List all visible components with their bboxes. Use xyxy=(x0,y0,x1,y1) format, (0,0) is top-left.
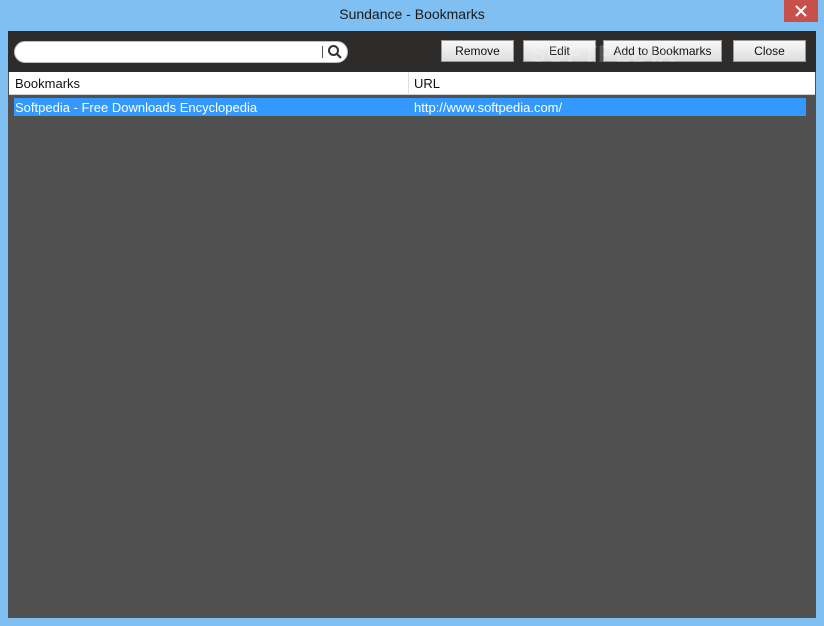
window-close-button[interactable] xyxy=(784,0,818,22)
add-to-bookmarks-button[interactable]: Add to Bookmarks xyxy=(603,40,722,62)
remove-button[interactable]: Remove xyxy=(441,40,514,62)
search-input[interactable] xyxy=(25,44,320,60)
close-button[interactable]: Close xyxy=(733,40,806,62)
window-title: Sundance - Bookmarks xyxy=(339,6,485,22)
edit-button[interactable]: Edit xyxy=(523,40,596,62)
bookmark-title-cell: Softpedia - Free Downloads Encyclopedia xyxy=(15,100,258,115)
bookmarks-table: Bookmarks URL Softpedia - Free Downloads… xyxy=(9,72,815,617)
table-header: Bookmarks URL xyxy=(9,72,815,95)
toolbar: Remove Edit Add to Bookmarks Close SOFTP… xyxy=(8,31,816,72)
title-bar[interactable]: Sundance - Bookmarks xyxy=(0,0,824,30)
bookmark-url-cell: http://www.softpedia.com/ xyxy=(414,100,563,115)
column-header-bookmarks[interactable]: Bookmarks xyxy=(15,76,80,91)
close-icon xyxy=(795,5,807,17)
search-button[interactable] xyxy=(327,44,343,60)
bookmarks-window: Sundance - Bookmarks Remove Edit Add to … xyxy=(0,0,824,626)
search-box[interactable] xyxy=(14,41,348,63)
bookmarks-panel: Remove Edit Add to Bookmarks Close SOFTP… xyxy=(8,31,816,618)
column-separator[interactable] xyxy=(408,72,409,95)
table-row[interactable]: Softpedia - Free Downloads Encyclopedia … xyxy=(14,98,806,116)
search-divider xyxy=(322,46,323,58)
column-header-url[interactable]: URL xyxy=(414,76,440,91)
search-icon xyxy=(328,45,342,59)
